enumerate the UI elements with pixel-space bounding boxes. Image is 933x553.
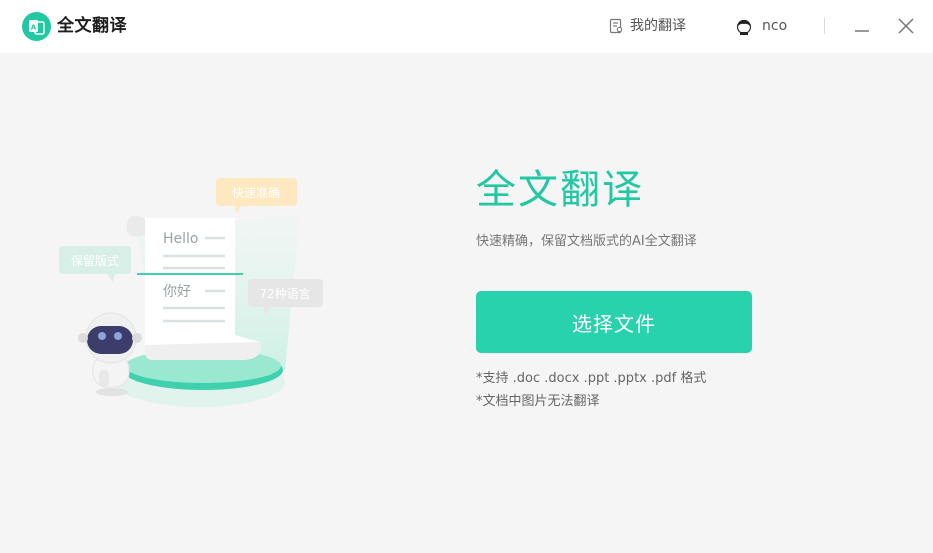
minimize-button[interactable] xyxy=(850,14,874,38)
avatar-icon xyxy=(736,19,752,35)
doc-nihao-text: 你好 xyxy=(163,284,191,300)
supported-formats-note: *支持 .doc .docx .ppt .pptx .pdf 格式 xyxy=(476,371,707,386)
page-subtitle: 快速精确，保留文档版式的AI全文翻译 xyxy=(476,234,697,249)
app-logo-icon: A xyxy=(22,12,51,41)
svg-text:72种语言: 72种语言 xyxy=(259,287,310,301)
select-file-button[interactable]: 选择文件 xyxy=(476,291,752,353)
document-list-icon xyxy=(609,18,623,34)
svg-text:快速准确: 快速准确 xyxy=(232,186,280,200)
bubble-keep-layout: 保留版式 xyxy=(59,246,131,282)
user-menu[interactable]: nco xyxy=(735,15,787,37)
close-icon xyxy=(898,18,914,34)
my-translations-label: 我的翻译 xyxy=(630,18,686,34)
doc-hello-text: Hello xyxy=(163,231,199,247)
minimize-icon xyxy=(855,30,869,32)
username: nco xyxy=(762,18,788,34)
svg-text:保留版式: 保留版式 xyxy=(71,254,119,268)
svg-text:A: A xyxy=(31,24,37,32)
images-not-translated-note: *文档中图片无法翻译 xyxy=(476,394,600,409)
bubble-fast-accurate: 快速准确 xyxy=(216,178,297,214)
header-divider xyxy=(824,18,825,34)
app-title: 全文翻译 xyxy=(57,16,127,36)
title-bar: A 全文翻译 我的翻译 nco xyxy=(0,0,933,53)
my-translations-button[interactable]: 我的翻译 xyxy=(608,15,686,37)
close-button[interactable] xyxy=(894,14,918,38)
page-title: 全文翻译 xyxy=(476,167,644,213)
translation-illustration: Hello 你好 快速准确 保留版式 72种语言 xyxy=(55,170,335,410)
